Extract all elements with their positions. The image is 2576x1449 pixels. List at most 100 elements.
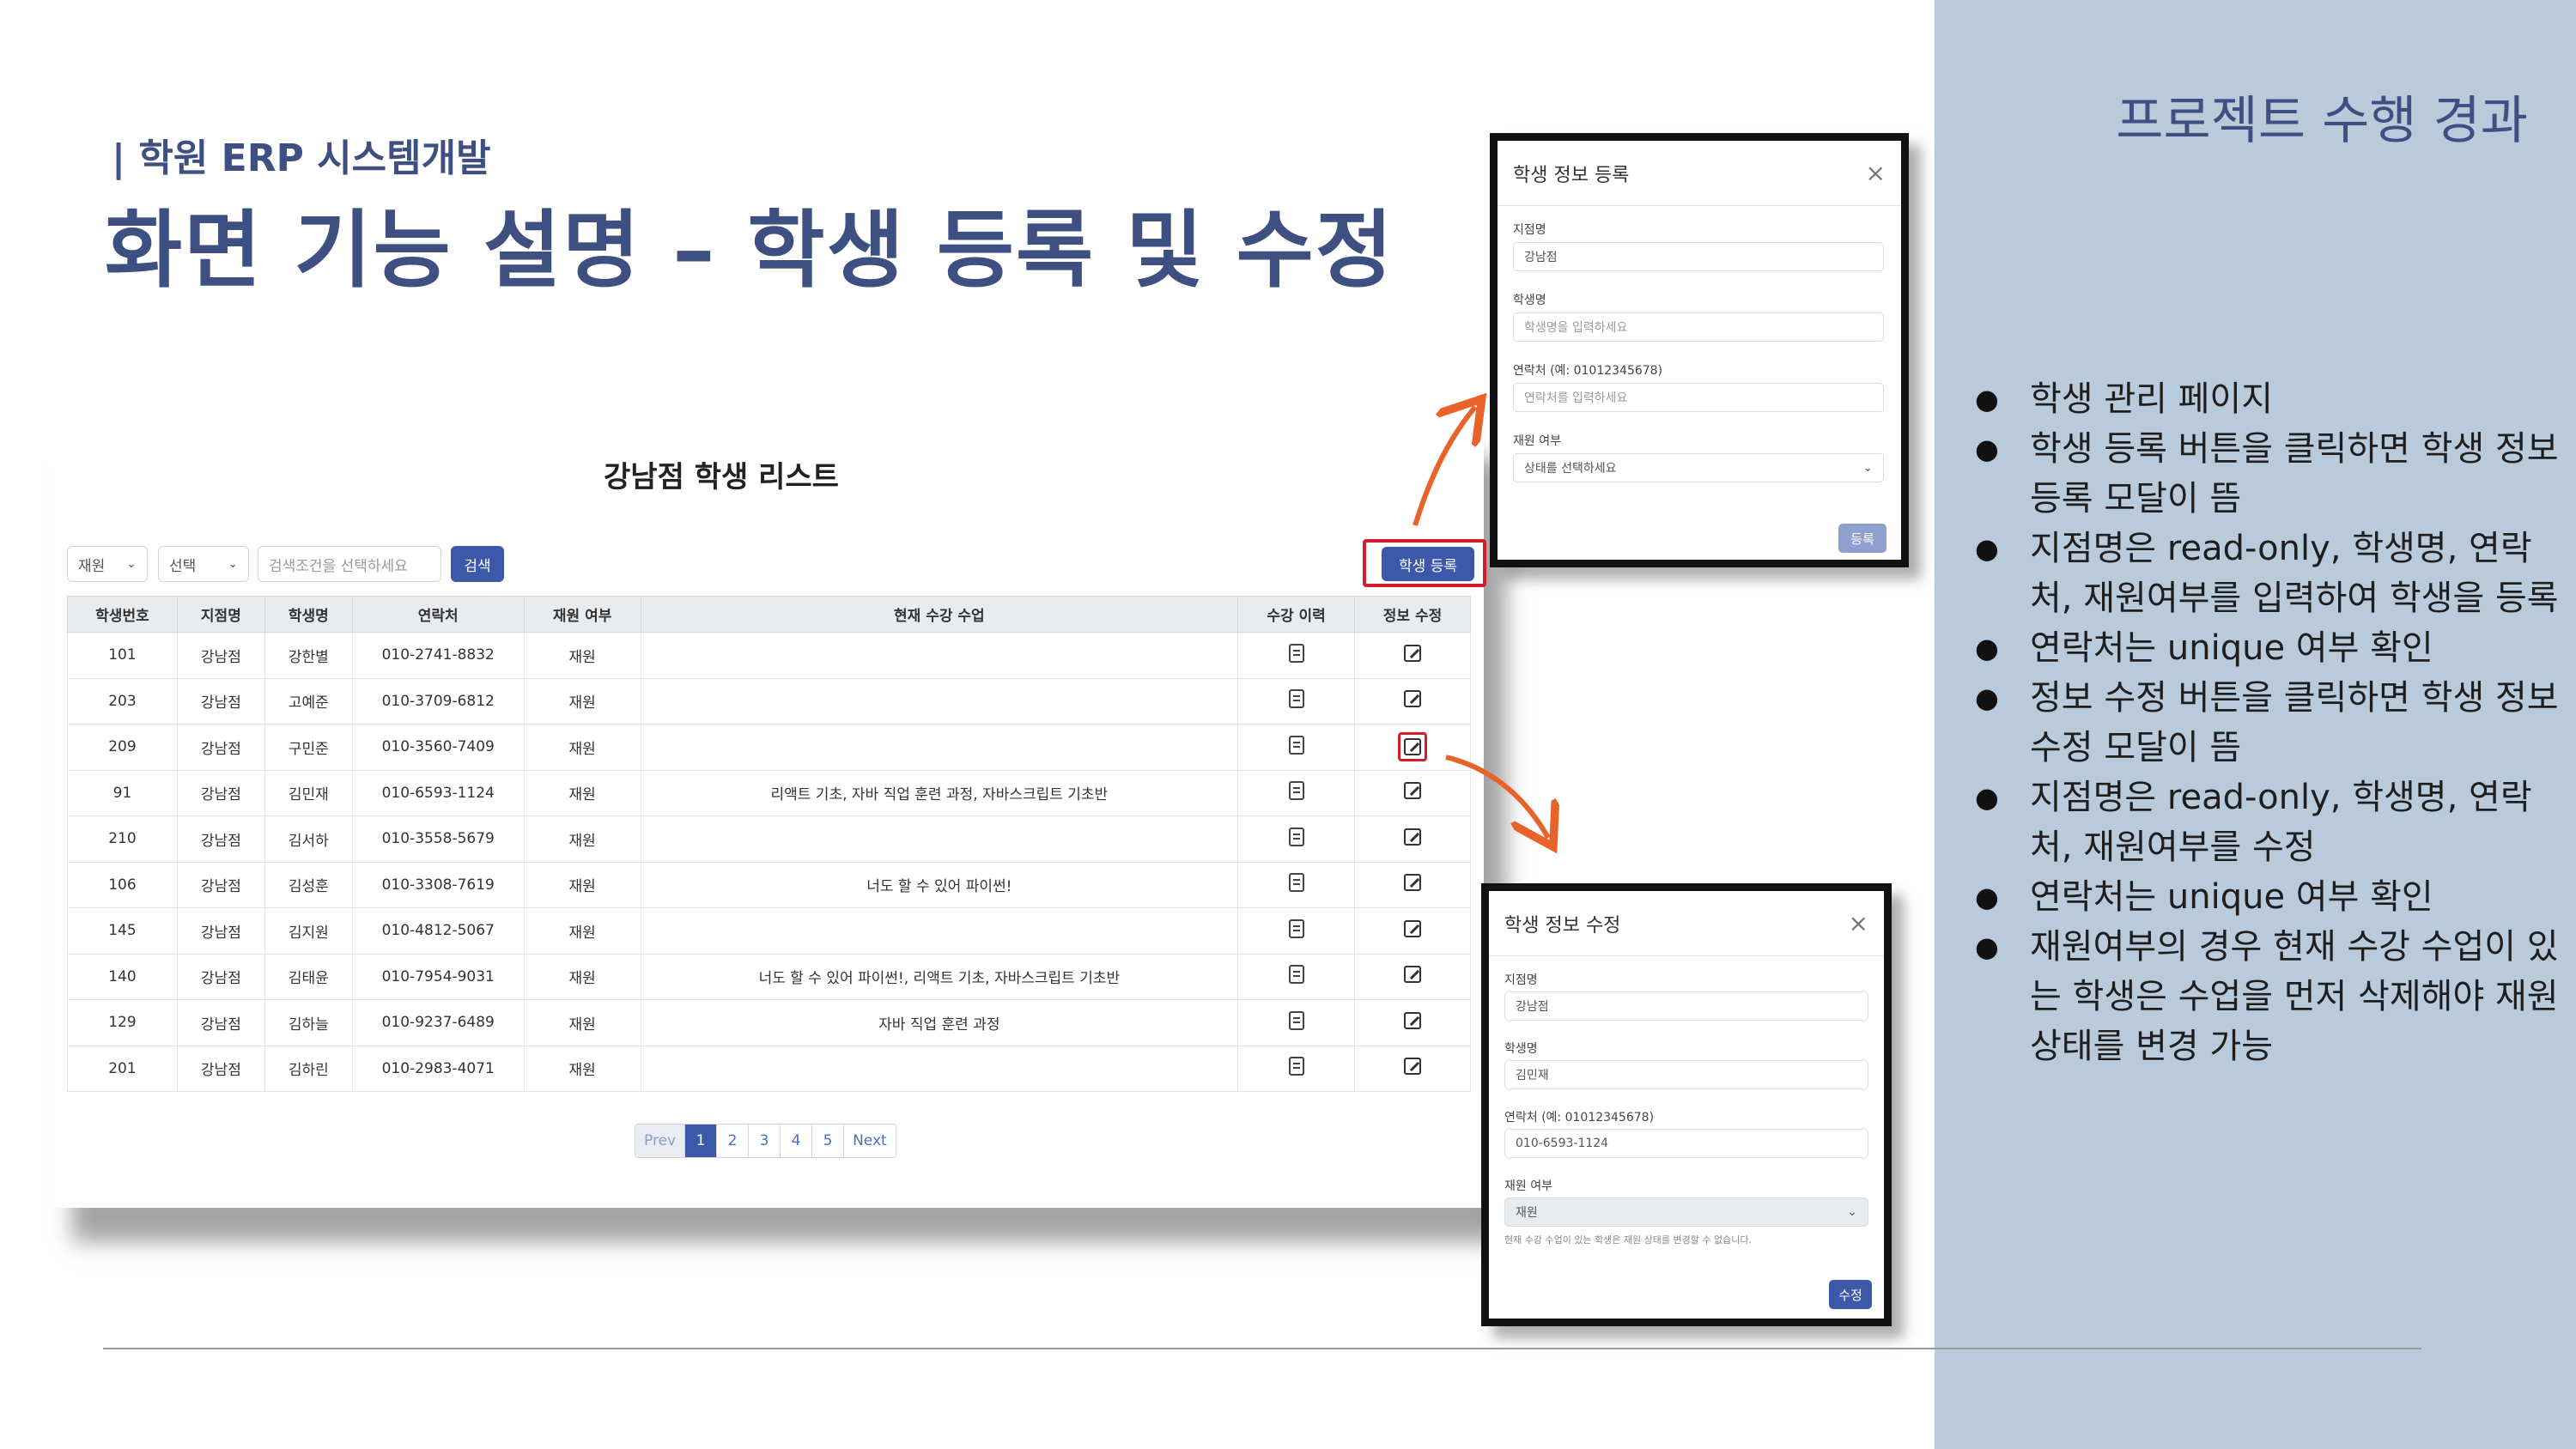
student-name: 김지원 [264,907,353,954]
edit-icon[interactable] [1404,919,1421,937]
table-row: 140 강남점 김태윤 010-7954-9031 재원 너도 할 수 있어 파… [67,953,1471,1000]
history-icon[interactable] [1288,873,1304,893]
history-icon[interactable] [1288,689,1304,709]
history-icon[interactable] [1288,735,1304,755]
bullet-item: 학생 관리 페이지 [1975,374,2559,424]
current-classes: 너도 할 수 있어 파이썬! [640,861,1239,908]
search-input[interactable]: 검색조건을 선택하세요 [258,546,441,582]
column-header: 현재 수강 수업 [640,596,1239,633]
modal-header: 학생 정보 등록 × [1498,141,1901,206]
status-filter-select[interactable]: 재원 ⌄ [67,546,148,582]
branch-name: 강남점 [176,907,265,954]
register-student-button[interactable]: 학생 등록 [1382,547,1474,581]
history-icon[interactable] [1288,965,1304,985]
close-icon[interactable]: × [1849,909,1868,937]
edit-icon[interactable] [1404,828,1421,846]
enrollment-status: 재원 [523,999,641,1046]
branch-name: 강남점 [176,861,265,908]
edit-submit-button[interactable]: 수정 [1829,1280,1872,1309]
bullet-item: 연락처는 unique 여부 확인 [1975,623,2559,673]
status-filter-value: 재원 [78,557,106,575]
chevron-down-icon: ⌄ [228,557,238,571]
phone-number: 010-6593-1124 [351,769,525,816]
current-classes: 너도 할 수 있어 파이썬!, 리액트 기초, 자바스크립트 기초반 [640,953,1239,1000]
pagination-page[interactable]: 5 [812,1125,845,1157]
slide-eyebrow: | 학원 ERP 시스템개발 [112,136,491,180]
enrollment-status: 재원 [523,815,641,862]
edit-icon[interactable] [1404,690,1421,708]
search-field-value: 선택 [169,557,197,575]
history-icon[interactable] [1288,1010,1304,1030]
name-input[interactable]: 학생명을 입력하세요 [1513,312,1884,342]
search-input-placeholder: 검색조건을 선택하세요 [269,557,408,575]
slide-title: 화면 기능 설명 – 학생 등록 및 수정 [105,202,1394,300]
status-select-placeholder: 상태를 선택하세요 [1524,462,1617,476]
phone-number: 010-3560-7409 [351,724,525,770]
edit-icon[interactable] [1404,644,1421,662]
phone-input[interactable]: 연락처를 입력하세요 [1513,383,1884,412]
column-header: 수강 이력 [1237,596,1356,633]
close-icon[interactable]: × [1866,159,1886,187]
edit-icon[interactable] [1404,874,1421,892]
phone-number: 010-7954-9031 [351,953,525,1000]
pagination-page[interactable]: 1 [685,1125,718,1157]
edit-icon[interactable] [1404,782,1421,800]
phone-number: 010-3308-7619 [351,861,525,908]
search-field-select[interactable]: 선택 ⌄ [158,546,249,582]
history-icon[interactable] [1288,643,1304,663]
name-input-placeholder: 학생명을 입력하세요 [1524,321,1628,335]
table-row: 209 강남점 구민준 010-3560-7409 재원 [67,724,1471,770]
history-icon[interactable] [1288,1057,1304,1076]
student-table: 학생번호 지점명 학생명 연락처 재원 여부 현재 수강 수업 수강 이력 정보… [67,596,1471,1092]
bullet-item: 정보 수정 버튼을 클릭하면 학생 정보 수정 모달이 뜸 [1975,673,2559,773]
edit-icon[interactable] [1404,966,1421,984]
student-name: 김성훈 [264,861,353,908]
edit-icon[interactable] [1404,738,1421,756]
status-select-value: 재원 [1516,1206,1538,1220]
branch-field: 강남점 [1504,991,1868,1021]
enrollment-status: 재원 [523,724,641,770]
register-submit-button[interactable]: 등록 [1838,524,1886,553]
pagination-page[interactable]: 3 [749,1125,781,1157]
status-select[interactable]: 재원 ⌄ [1504,1197,1868,1227]
branch-name: 강남점 [176,677,265,724]
student-id: 129 [67,999,178,1046]
name-input[interactable]: 김민재 [1504,1060,1868,1089]
pagination-page[interactable]: 4 [781,1125,813,1157]
phone-label: 연락처 (예: 01012345678) [1513,364,1663,378]
pagination-page[interactable]: 2 [717,1125,750,1157]
chevron-down-icon: ⌄ [1862,461,1873,475]
branch-field-value: 강남점 [1516,1000,1549,1014]
bullet-item: 지점명은 read-only, 학생명, 연락처, 재원여부를 수정 [1975,773,2559,872]
student-id: 101 [67,632,178,678]
bullet-item: 재원여부의 경우 현재 수강 수업이 있는 학생은 수업을 먼저 삭제해야 재원… [1975,922,2559,1071]
column-header: 연락처 [351,596,525,633]
branch-name: 강남점 [176,632,265,678]
branch-name: 강남점 [176,1045,265,1092]
student-id: 145 [67,907,178,954]
student-list-title: 강남점 학생 리스트 [604,460,839,494]
panel-title: 프로젝트 수행 경과 [2116,91,2528,151]
search-button[interactable]: 검색 [451,546,504,582]
pagination-prev[interactable]: Prev [635,1125,686,1157]
enrollment-status: 재원 [523,1045,641,1092]
column-header: 학생명 [264,596,353,633]
bullet-item: 지점명은 read-only, 학생명, 연락처, 재원여부를 입력하여 학생을… [1975,524,2559,623]
branch-name: 강남점 [176,724,265,770]
history-icon[interactable] [1288,781,1304,801]
edit-icon[interactable] [1404,1011,1421,1029]
edit-icon[interactable] [1404,1058,1421,1076]
student-id: 106 [67,861,178,908]
status-help-text: 현재 수강 수업이 있는 학생은 재원 상태를 변경할 수 없습니다. [1504,1234,1752,1246]
history-icon[interactable] [1288,827,1304,846]
history-icon[interactable] [1288,919,1304,938]
current-classes [640,632,1239,678]
pagination-next[interactable]: Next [844,1125,896,1157]
phone-input-value: 010-6593-1124 [1516,1137,1609,1150]
student-name: 김민재 [264,769,353,816]
phone-number: 010-3558-5679 [351,815,525,862]
column-header: 지점명 [176,596,265,633]
status-select[interactable]: 상태를 선택하세요 ⌄ [1513,453,1884,482]
feature-bullet-list: 학생 관리 페이지 학생 등록 버튼을 클릭하면 학생 정보 등록 모달이 뜸 … [1975,374,2559,1071]
phone-input[interactable]: 010-6593-1124 [1504,1129,1868,1158]
